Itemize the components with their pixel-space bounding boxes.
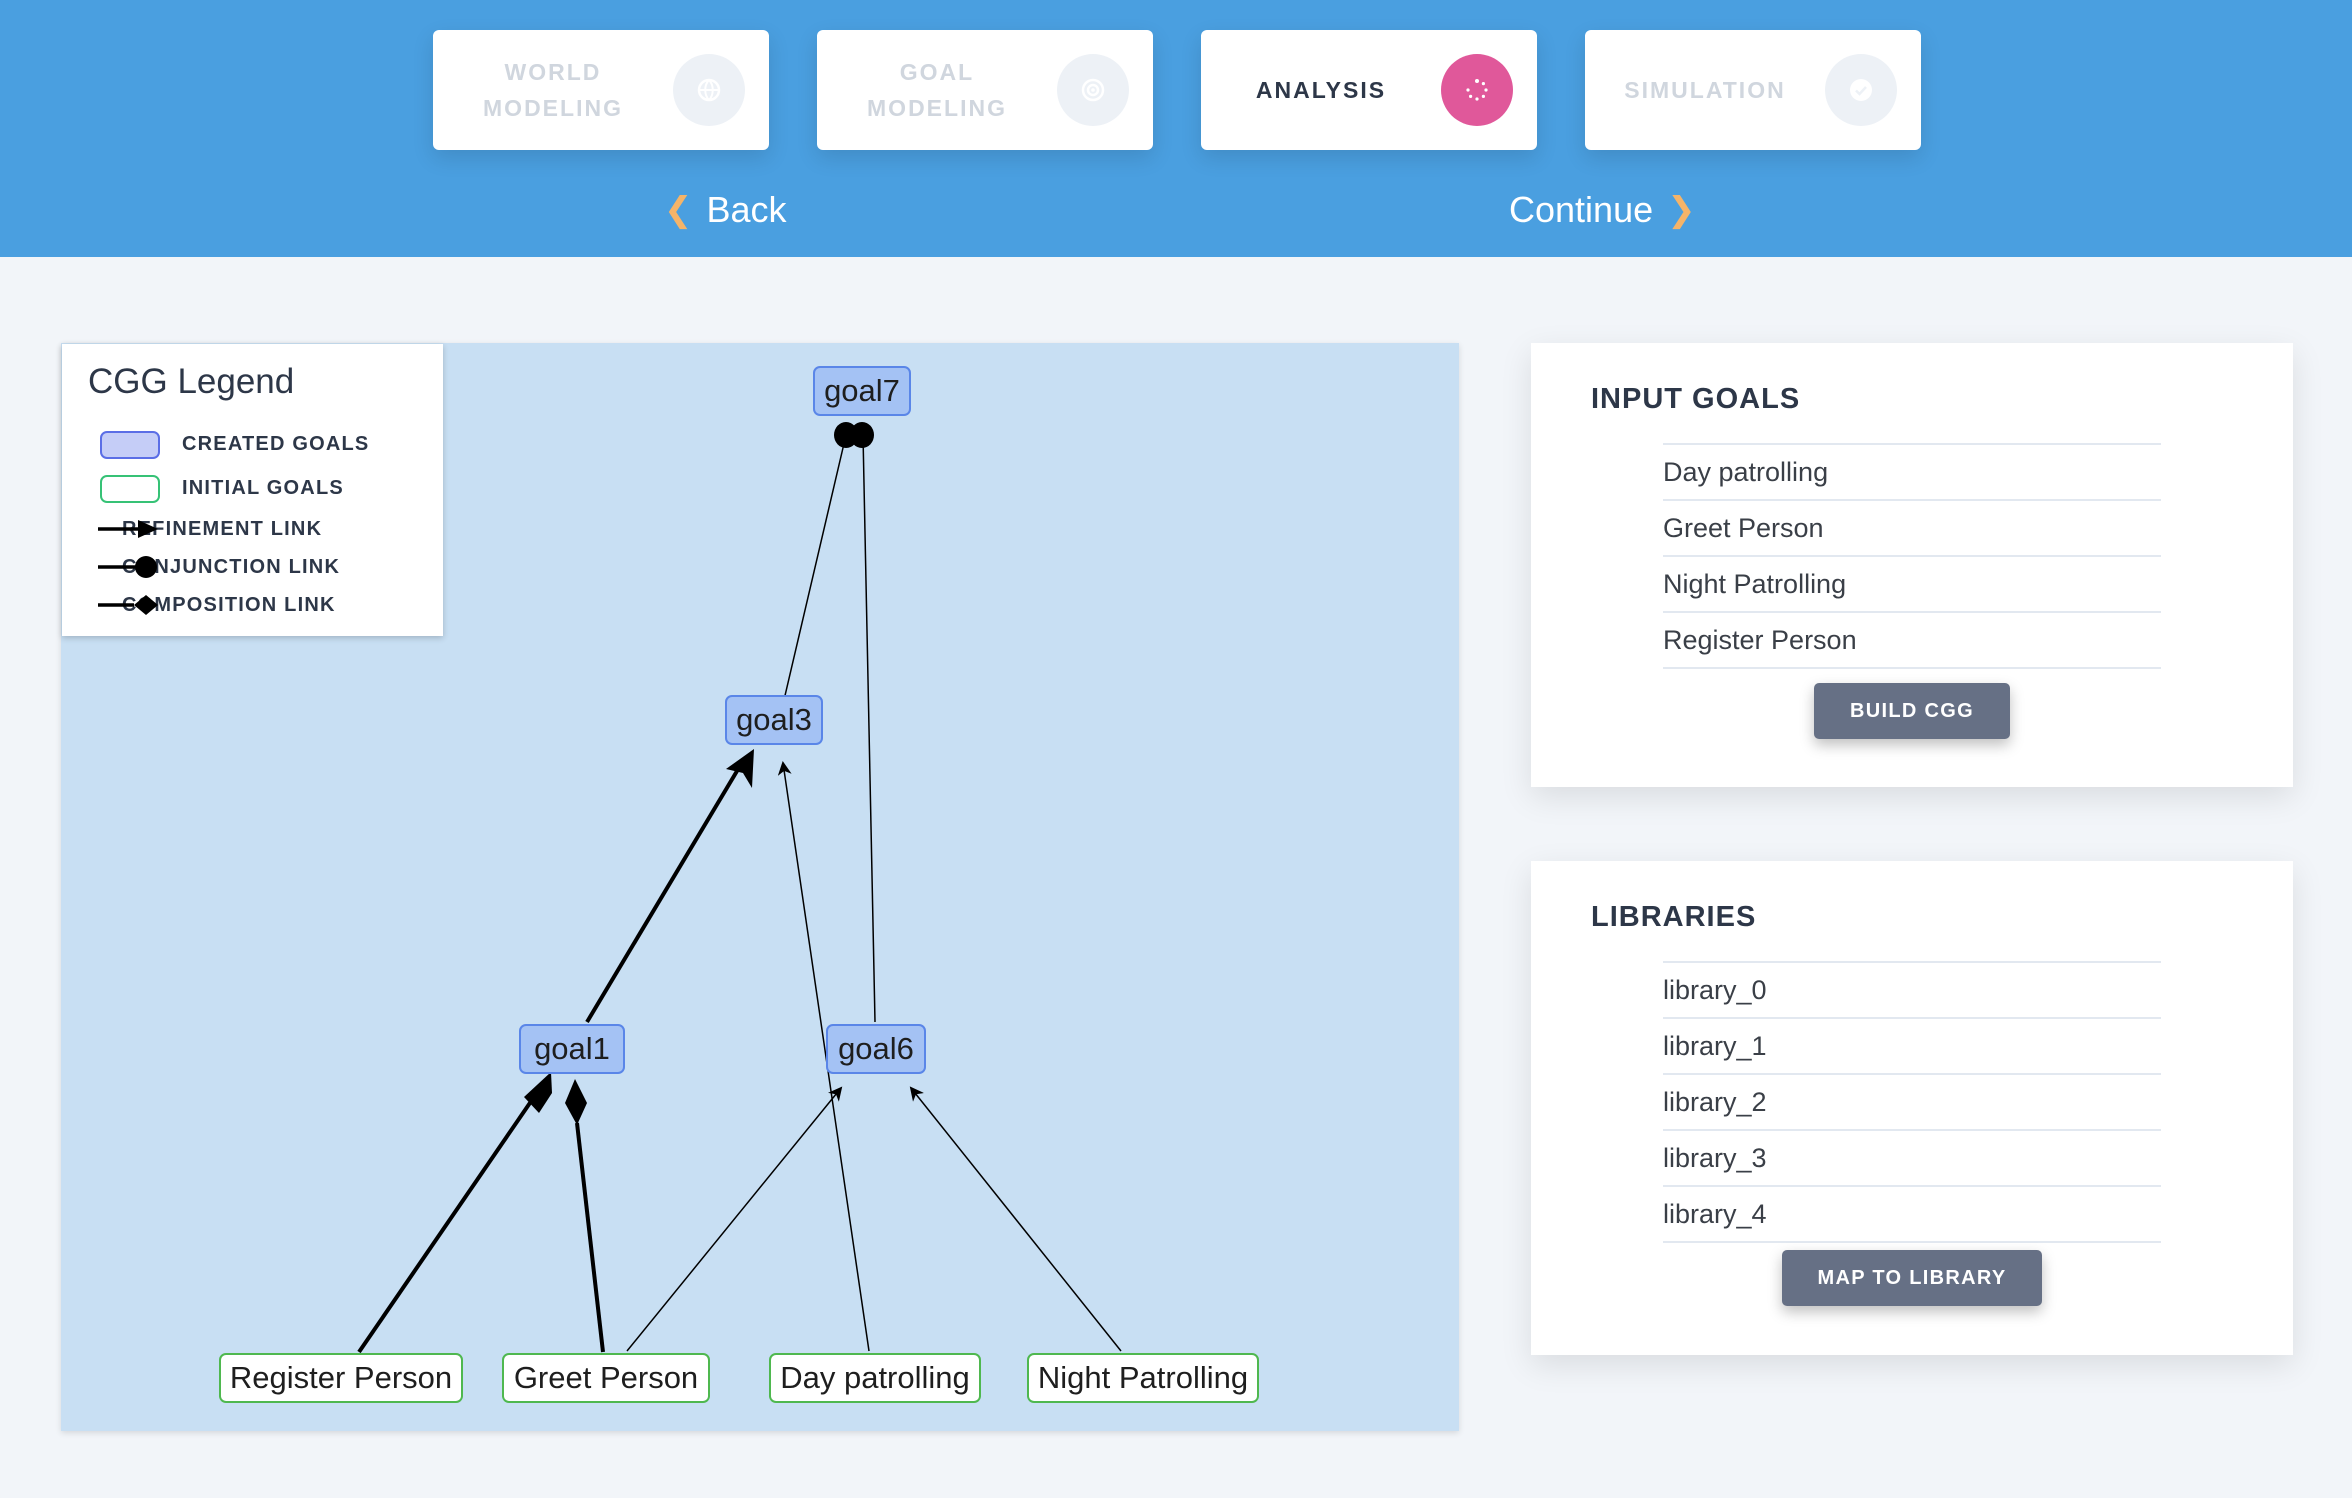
build-cgg-button[interactable]: BUILD CGG: [1814, 683, 2010, 739]
goal-node-night-patrolling[interactable]: Night Patrolling: [1027, 1353, 1259, 1403]
libraries-title: LIBRARIES: [1591, 901, 1757, 933]
list-item[interactable]: library_2: [1663, 1075, 2161, 1131]
list-item[interactable]: Night Patrolling: [1663, 557, 2161, 613]
step-goal-modeling[interactable]: GOAL MODELING: [817, 30, 1153, 150]
edge-goal1-goal3: [585, 764, 742, 1024]
composition-diamond: [565, 1079, 587, 1125]
step-label: SIMULATION: [1624, 77, 1786, 103]
edge-night-goal6: [909, 1086, 1122, 1352]
edge-goal6-goal7: [862, 434, 876, 1023]
legend-item-initial: INITIAL GOALS: [98, 473, 344, 503]
goal-node-goal3[interactable]: goal3: [725, 695, 823, 745]
legend-item-refinement: REFINEMENT LINK: [98, 514, 322, 544]
goal-node-goal7[interactable]: goal7: [813, 366, 911, 416]
legend-label: INITIAL GOALS: [182, 476, 344, 499]
conjunction-circle-icon: [98, 556, 157, 578]
composition-diamond-icon: [98, 595, 158, 615]
goal-node-register-person[interactable]: Register Person: [219, 1353, 463, 1403]
edge-goal3-goal7: [779, 434, 847, 718]
goal-node-greet-person[interactable]: Greet Person: [502, 1353, 710, 1403]
libraries-list: library_0 library_1 library_2 library_3 …: [1663, 961, 2161, 1243]
libraries-card: LIBRARIES library_0 library_1 library_2 …: [1531, 861, 2293, 1355]
list-item[interactable]: library_1: [1663, 1019, 2161, 1075]
map-to-library-button[interactable]: MAP TO LIBRARY: [1782, 1250, 2042, 1306]
legend-item-created: CREATED GOALS: [98, 429, 369, 459]
spinner-icon: [1441, 54, 1513, 126]
input-goals-list: Day patrolling Greet Person Night Patrol…: [1663, 443, 2161, 669]
input-goals-title: INPUT GOALS: [1591, 383, 1801, 415]
goal-node-goal6[interactable]: goal6: [826, 1024, 926, 1074]
conjunction-marker: [850, 422, 874, 448]
back-label: Back: [706, 189, 787, 230]
legend-label: CREATED GOALS: [182, 432, 370, 455]
check-icon: [1825, 54, 1897, 126]
initial-goal-swatch: [98, 473, 160, 503]
chevron-right-icon: ❯: [1667, 191, 1696, 229]
list-item[interactable]: Greet Person: [1663, 501, 2161, 557]
continue-button[interactable]: Continue ❯: [1509, 185, 1696, 235]
step-label: GOAL MODELING: [867, 59, 1007, 121]
edge-register-goal1: [357, 1095, 536, 1354]
list-item[interactable]: library_4: [1663, 1187, 2161, 1243]
chevron-left-icon: ❮: [664, 191, 693, 229]
back-button[interactable]: ❮ Back: [664, 185, 787, 235]
edge-greet-goal1: [575, 1122, 605, 1353]
input-goals-card: INPUT GOALS Day patrolling Greet Person …: [1531, 343, 2293, 787]
legend-item-composition: COMPOSITION LINK: [98, 590, 336, 620]
legend-item-conjunction: CONJUNCTION LINK: [98, 552, 340, 582]
goal-node-day-patrolling[interactable]: Day patrolling: [769, 1353, 981, 1403]
step-label: ANALYSIS: [1255, 77, 1387, 103]
top-header: WORLD MODELING GOAL MODELING ANALYSIS SI…: [0, 0, 2352, 257]
target-icon: [1057, 54, 1129, 126]
created-goal-swatch: [98, 429, 160, 459]
step-simulation[interactable]: SIMULATION: [1585, 30, 1921, 150]
list-item[interactable]: library_0: [1663, 963, 2161, 1019]
legend-title: CGG Legend: [88, 362, 295, 401]
cgg-graph-canvas[interactable]: CGG Legend CREATED GOALS INITIAL GOALS R…: [61, 343, 1459, 1431]
globe-icon: [673, 54, 745, 126]
refinement-arrow-icon: [98, 520, 158, 538]
step-world-modeling[interactable]: WORLD MODELING: [433, 30, 769, 150]
goal-node-goal1[interactable]: goal1: [519, 1024, 625, 1074]
cgg-legend: CGG Legend CREATED GOALS INITIAL GOALS R…: [62, 344, 443, 636]
list-item[interactable]: Day patrolling: [1663, 445, 2161, 501]
step-analysis[interactable]: ANALYSIS: [1201, 30, 1537, 150]
step-label: WORLD MODELING: [483, 59, 623, 121]
list-item[interactable]: library_3: [1663, 1131, 2161, 1187]
edge-greet-goal6: [626, 1086, 843, 1352]
continue-label: Continue: [1509, 189, 1654, 230]
list-item[interactable]: Register Person: [1663, 613, 2161, 669]
